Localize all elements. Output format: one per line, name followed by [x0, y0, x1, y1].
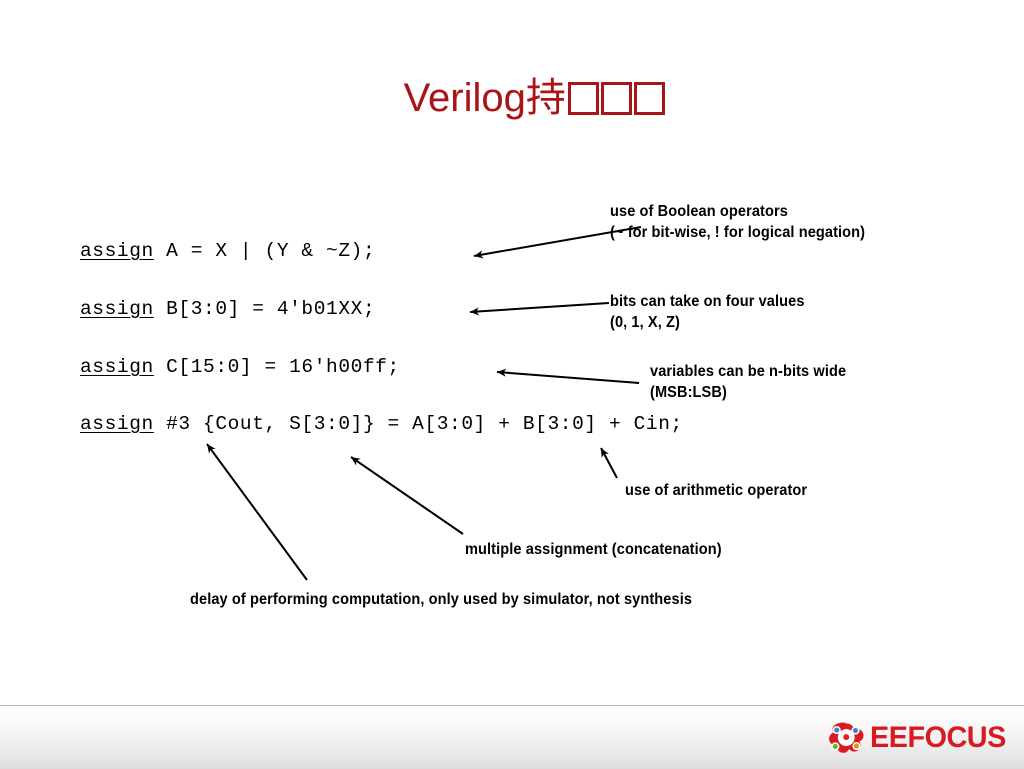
arrow-to-n-bits-line — [496, 368, 640, 384]
code-line-assign-c: assign C[15:0] = 16'h00ff; — [80, 356, 400, 378]
missing-glyph-box-1 — [567, 82, 599, 115]
eefocus-wordmark: EEFOCUS — [870, 721, 1007, 754]
logo-dot-red — [843, 734, 850, 741]
code-body: A = X | (Y & ~Z); — [153, 240, 376, 262]
missing-glyph-box-3 — [633, 82, 665, 115]
arrow-to-arithmetic-line — [600, 447, 618, 479]
logo-dot-orange — [853, 743, 859, 749]
code-body: C[15:0] = 16'h00ff; — [153, 356, 400, 378]
code-body: B[3:0] = 4'b01XX; — [153, 298, 376, 320]
slide-canvas: Verilog持 assign A = X | (Y & ~Z); assign… — [0, 0, 1024, 769]
annotation-boolean-operators: use of Boolean operators (~ for bit-wise,… — [610, 203, 866, 241]
arrow-to-four-values-line — [469, 302, 610, 316]
code-line-assign-b: assign B[3:0] = 4'b01XX; — [80, 298, 375, 320]
atom-molecule-icon — [829, 722, 864, 753]
missing-glyph-box-2 — [600, 82, 632, 115]
page-title: Verilog持 — [0, 26, 1024, 170]
annotation-delay: delay of performing computation, only us… — [190, 591, 693, 608]
arrow-to-concatenation-line — [350, 456, 464, 535]
arrow-to-delay-line — [206, 443, 308, 581]
eefocus-logo[interactable]: EEFOCUS — [826, 714, 1012, 762]
annotation-four-values: bits can take on four values (0, 1, X, Z) — [610, 293, 805, 331]
annotation-arithmetic-operator: use of arithmetic operator — [625, 482, 808, 499]
page-title-text: Verilog持 — [403, 76, 566, 120]
logo-dot-blue — [834, 727, 840, 733]
annotation-multiple-assignment: multiple assignment (concatenation) — [465, 541, 722, 558]
code-line-assign-adder: assign #3 {Cout, S[3:0]} = A[3:0] + B[3:… — [80, 413, 683, 435]
keyword-assign: assign — [80, 356, 154, 378]
keyword-assign: assign — [80, 240, 154, 262]
logo-dot-blue-2 — [852, 728, 859, 734]
keyword-assign: assign — [80, 298, 154, 320]
logo-dot-green — [832, 743, 838, 749]
code-body: #3 {Cout, S[3:0]} = A[3:0] + B[3:0] + Ci… — [153, 413, 683, 435]
code-line-assign-a: assign A = X | (Y & ~Z); — [80, 240, 375, 262]
annotation-n-bits-wide: variables can be n-bits wide (MSB:LSB) — [650, 363, 847, 401]
keyword-assign: assign — [80, 413, 154, 435]
